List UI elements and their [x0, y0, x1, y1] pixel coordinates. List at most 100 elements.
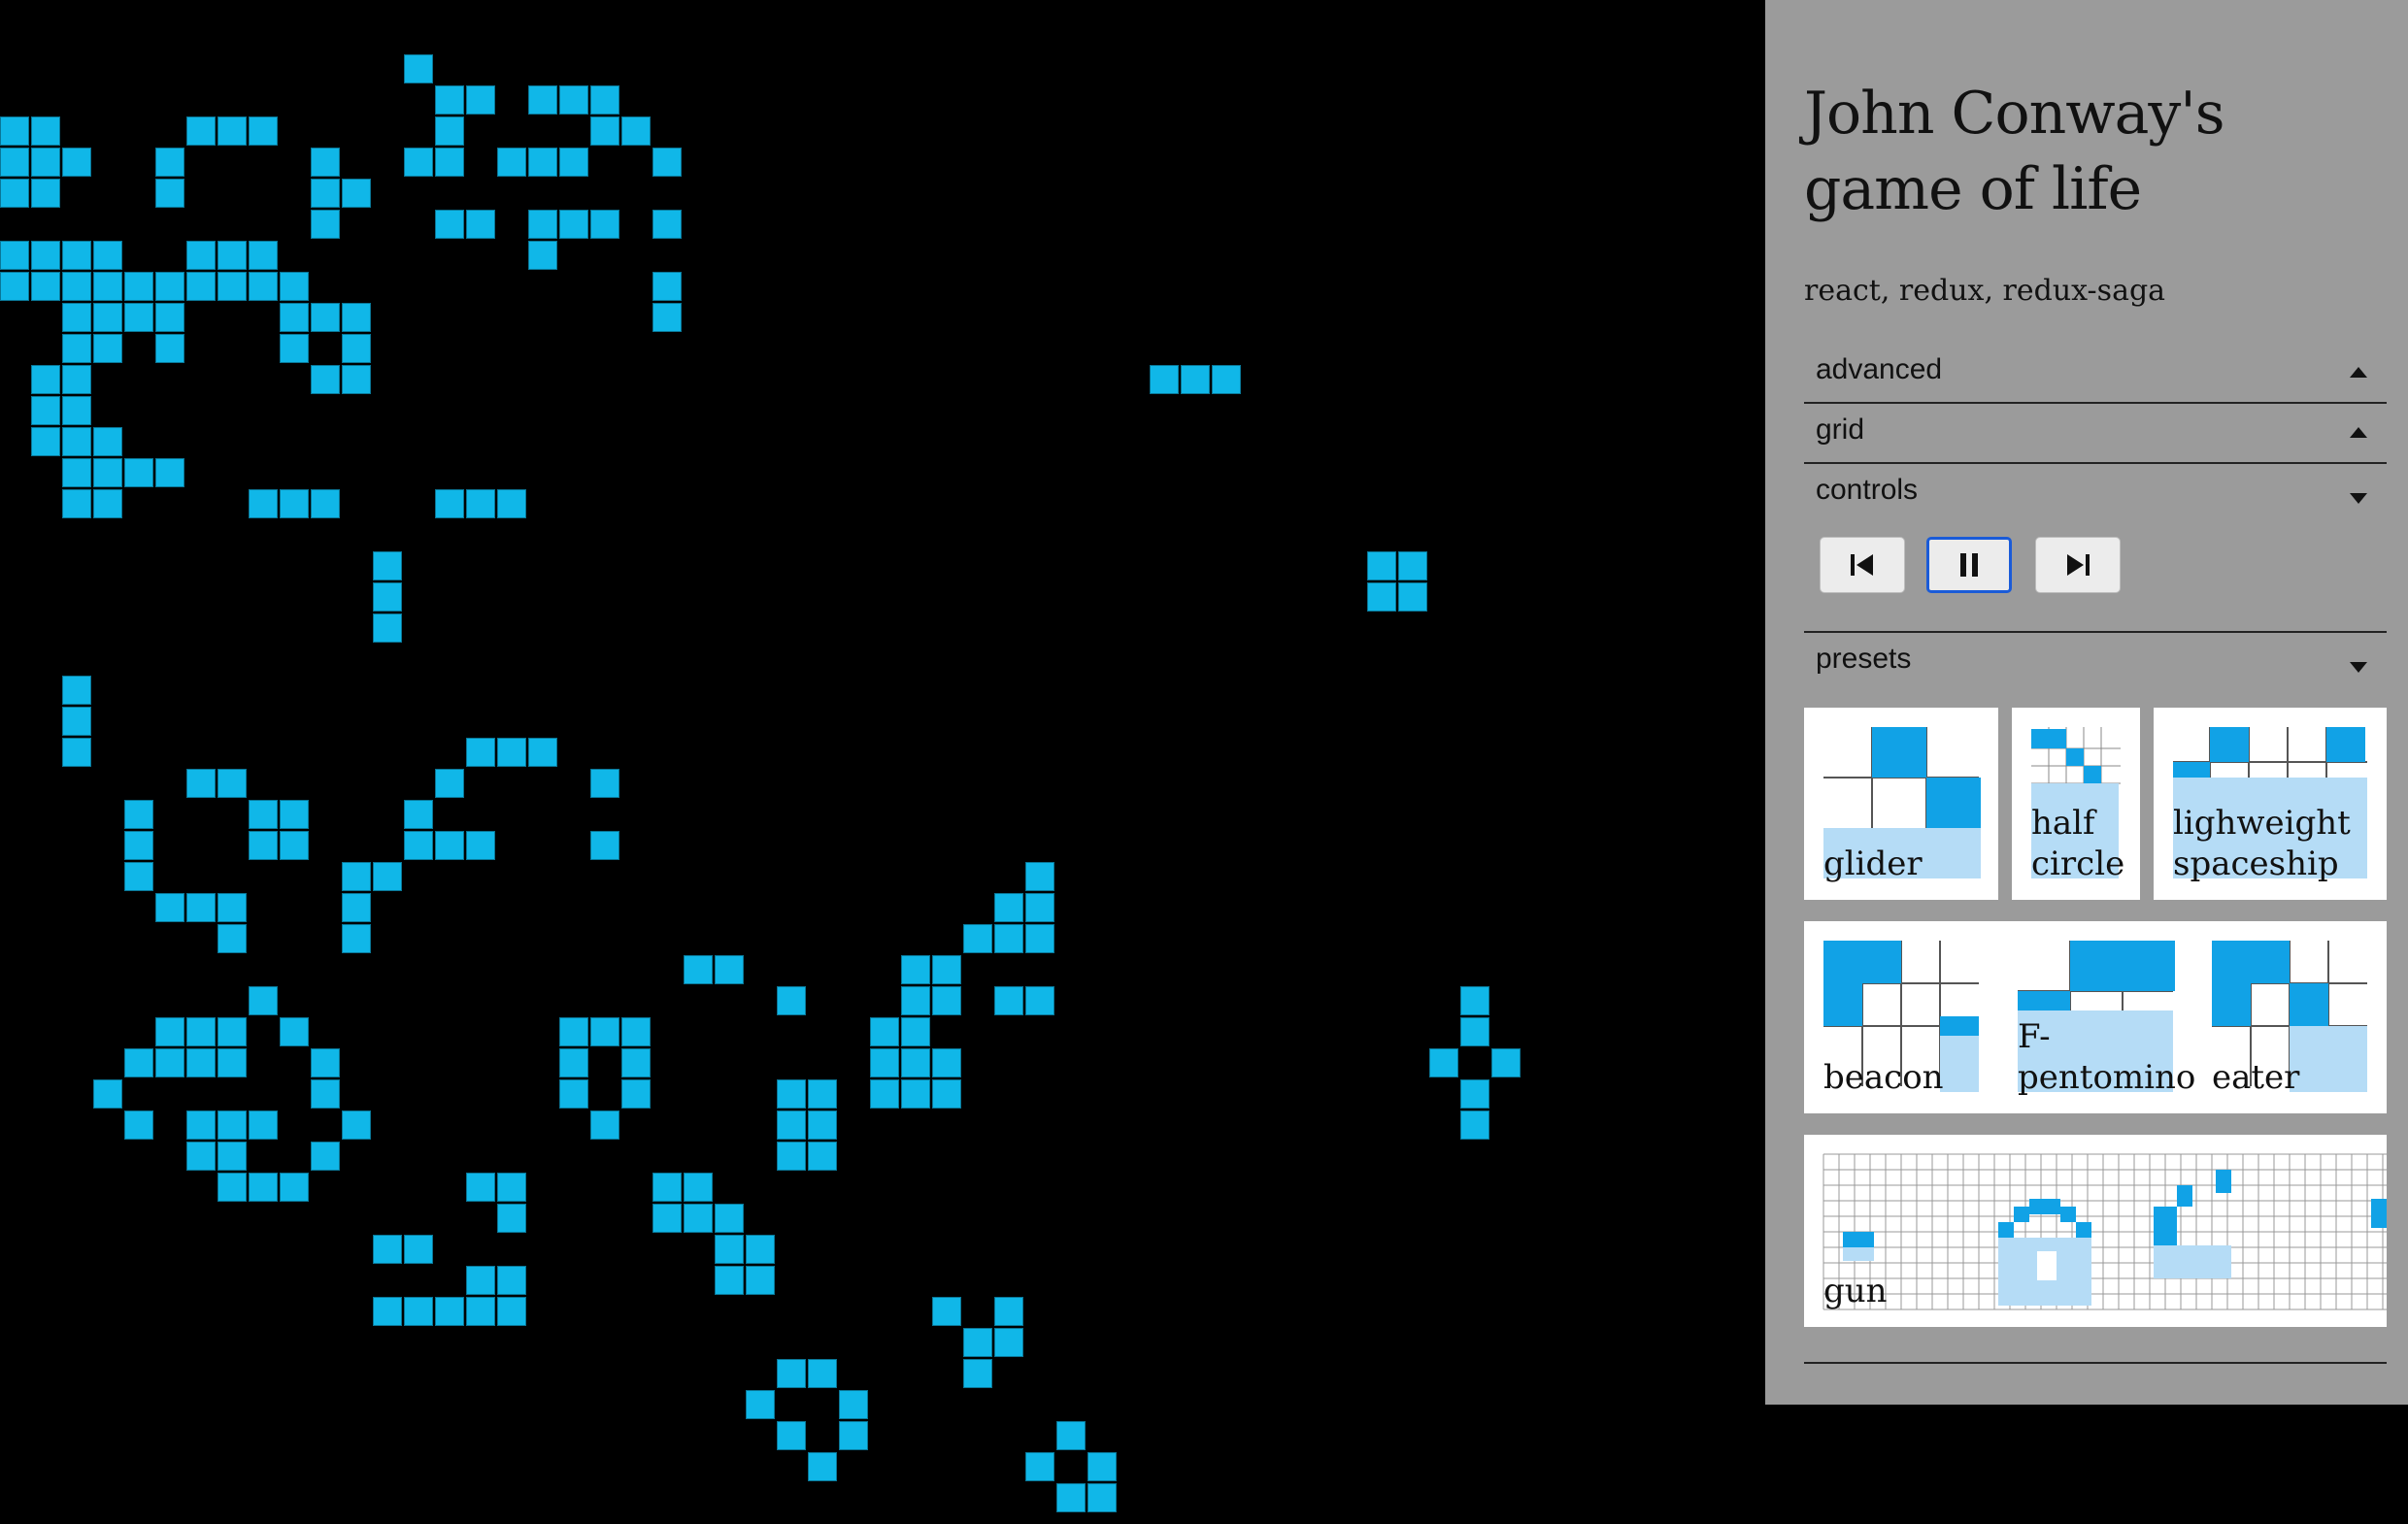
live-cell[interactable] — [528, 738, 557, 767]
live-cell[interactable] — [435, 1297, 464, 1326]
game-board[interactable] — [0, 0, 1765, 1524]
live-cell[interactable] — [497, 1204, 526, 1233]
live-cell[interactable] — [652, 148, 682, 177]
live-cell[interactable] — [435, 85, 464, 115]
live-cell[interactable] — [901, 1017, 930, 1046]
live-cell[interactable] — [93, 1079, 122, 1109]
live-cell[interactable] — [280, 334, 309, 363]
live-cell[interactable] — [186, 1110, 216, 1140]
live-cell[interactable] — [932, 1297, 961, 1326]
live-cell[interactable] — [31, 427, 60, 456]
live-cell[interactable] — [155, 303, 184, 332]
live-cell[interactable] — [155, 1017, 184, 1046]
preset-lightweight-spaceship[interactable]: lighweight spaceship — [2154, 708, 2387, 900]
live-cell[interactable] — [1025, 986, 1054, 1015]
live-cell[interactable] — [963, 924, 992, 953]
live-cell[interactable] — [93, 489, 122, 518]
live-cell[interactable] — [466, 831, 495, 860]
live-cell[interactable] — [559, 1079, 588, 1109]
live-cell[interactable] — [808, 1142, 837, 1171]
preset-glider[interactable]: glider — [1804, 708, 1998, 900]
live-cell[interactable] — [466, 489, 495, 518]
live-cell[interactable] — [31, 396, 60, 425]
live-cell[interactable] — [497, 489, 526, 518]
live-cell[interactable] — [62, 396, 91, 425]
live-cell[interactable] — [559, 1017, 588, 1046]
live-cell[interactable] — [373, 1297, 402, 1326]
live-cell[interactable] — [249, 986, 278, 1015]
live-cell[interactable] — [994, 1328, 1023, 1357]
live-cell[interactable] — [715, 1235, 744, 1264]
live-cell[interactable] — [311, 1079, 340, 1109]
live-cell[interactable] — [62, 707, 91, 736]
live-cell[interactable] — [124, 862, 153, 891]
live-cell[interactable] — [342, 893, 371, 922]
live-cell[interactable] — [93, 241, 122, 270]
live-cell[interactable] — [186, 1048, 216, 1077]
live-cell[interactable] — [870, 1079, 899, 1109]
live-cell[interactable] — [684, 955, 713, 984]
live-cell[interactable] — [31, 272, 60, 301]
live-cell[interactable] — [124, 1048, 153, 1077]
live-cell[interactable] — [435, 210, 464, 239]
preset-f-pentomino[interactable]: F- pentomino — [2018, 1016, 2195, 1098]
live-cell[interactable] — [497, 1297, 526, 1326]
live-cell[interactable] — [155, 272, 184, 301]
live-cell[interactable] — [1212, 365, 1241, 394]
live-cell[interactable] — [435, 148, 464, 177]
preset-eater[interactable]: eater — [2212, 1057, 2299, 1098]
live-cell[interactable] — [217, 1173, 247, 1202]
live-cell[interactable] — [404, 148, 433, 177]
live-cell[interactable] — [186, 241, 216, 270]
live-cell[interactable] — [404, 1297, 433, 1326]
live-cell[interactable] — [217, 1017, 247, 1046]
live-cell[interactable] — [124, 800, 153, 829]
live-cell[interactable] — [342, 334, 371, 363]
live-cell[interactable] — [124, 458, 153, 487]
live-cell[interactable] — [715, 1204, 744, 1233]
live-cell[interactable] — [62, 458, 91, 487]
live-cell[interactable] — [249, 800, 278, 829]
live-cell[interactable] — [342, 862, 371, 891]
live-cell[interactable] — [652, 272, 682, 301]
live-cell[interactable] — [746, 1235, 775, 1264]
live-cell[interactable] — [217, 1142, 247, 1171]
live-cell[interactable] — [0, 148, 29, 177]
live-cell[interactable] — [186, 1142, 216, 1171]
pause-button[interactable] — [1926, 537, 2012, 593]
live-cell[interactable] — [652, 303, 682, 332]
live-cell[interactable] — [311, 210, 340, 239]
live-cell[interactable] — [217, 241, 247, 270]
live-cell[interactable] — [62, 334, 91, 363]
live-cell[interactable] — [62, 303, 91, 332]
live-cell[interactable] — [497, 738, 526, 767]
preset-beacon[interactable]: beacon — [1823, 1057, 1944, 1098]
preset-half-circle[interactable]: half circle — [2012, 708, 2140, 900]
section-advanced[interactable]: advanced — [1804, 344, 2387, 404]
live-cell[interactable] — [249, 116, 278, 146]
live-cell[interactable] — [1367, 582, 1396, 612]
live-cell[interactable] — [808, 1079, 837, 1109]
live-cell[interactable] — [1087, 1483, 1117, 1512]
live-cell[interactable] — [963, 1328, 992, 1357]
live-cell[interactable] — [342, 365, 371, 394]
live-cell[interactable] — [839, 1421, 868, 1450]
live-cell[interactable] — [249, 272, 278, 301]
step-forward-button[interactable] — [2035, 537, 2121, 593]
live-cell[interactable] — [249, 489, 278, 518]
live-cell[interactable] — [777, 1110, 806, 1140]
live-cell[interactable] — [124, 272, 153, 301]
live-cell[interactable] — [994, 893, 1023, 922]
live-cell[interactable] — [404, 800, 433, 829]
live-cell[interactable] — [93, 334, 122, 363]
live-cell[interactable] — [684, 1173, 713, 1202]
live-cell[interactable] — [1025, 924, 1054, 953]
live-cell[interactable] — [870, 1017, 899, 1046]
live-cell[interactable] — [901, 1079, 930, 1109]
live-cell[interactable] — [373, 582, 402, 612]
live-cell[interactable] — [155, 334, 184, 363]
live-cell[interactable] — [808, 1110, 837, 1140]
live-cell[interactable] — [93, 427, 122, 456]
live-cell[interactable] — [1460, 1110, 1489, 1140]
live-cell[interactable] — [1398, 582, 1427, 612]
